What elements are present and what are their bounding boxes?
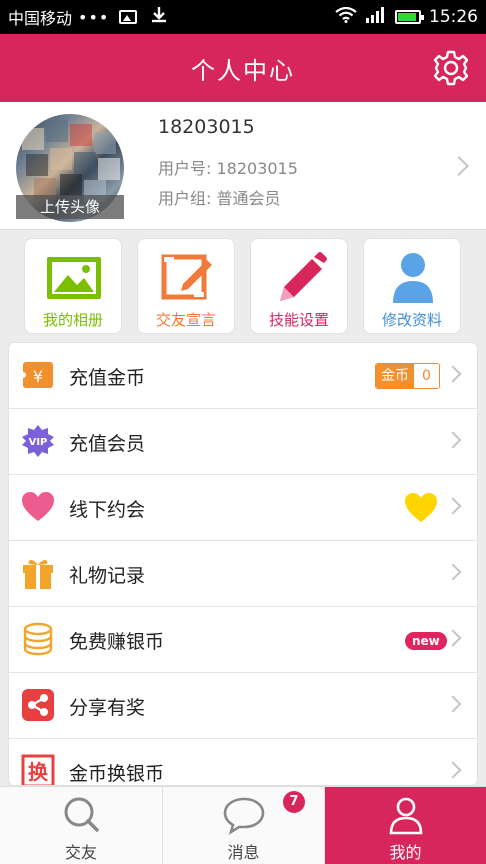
quick-action-declaration[interactable]: 交友宣言 bbox=[137, 238, 235, 334]
chevron-right-icon bbox=[444, 629, 462, 647]
quick-action-edit-profile[interactable]: 修改资料 bbox=[363, 238, 461, 334]
quick-action-label: 交友宣言 bbox=[155, 311, 216, 329]
nav-tab-label: 交友 bbox=[64, 843, 97, 862]
nav-tab-messages[interactable]: 7 消息 bbox=[162, 787, 324, 864]
message-count-badge: 7 bbox=[283, 791, 305, 813]
battery-icon bbox=[395, 10, 424, 24]
menu-item-share-reward[interactable]: 分享有奖 bbox=[9, 673, 477, 739]
coin-stack-icon bbox=[21, 622, 55, 656]
pencil-icon bbox=[270, 249, 330, 305]
menu-item-label: 充值会员 bbox=[69, 433, 146, 455]
wifi-icon bbox=[335, 6, 357, 27]
carrier-name: 中国移动 bbox=[8, 9, 73, 28]
nav-tab-label: 我的 bbox=[389, 843, 422, 862]
chat-bubble-icon bbox=[222, 795, 266, 835]
chevron-right-icon bbox=[444, 761, 462, 779]
status-bar: 中国移动 ••• 15:26 bbox=[0, 0, 486, 34]
chevron-right-icon bbox=[444, 365, 462, 383]
menu-item-recharge-gold[interactable]: ¥ 充值金币 金币 0 bbox=[9, 343, 477, 409]
download-icon bbox=[149, 6, 169, 28]
chevron-right-icon bbox=[449, 156, 469, 176]
chevron-right-icon bbox=[444, 563, 462, 581]
gear-icon[interactable] bbox=[432, 49, 470, 87]
menu-item-offline-date[interactable]: 线下约会 bbox=[9, 475, 477, 541]
person-icon bbox=[383, 249, 443, 305]
menu-list: ¥ 充值金币 金币 0 VIP 充值会员 线下约会 礼物记录 免费赚银币 new… bbox=[8, 342, 478, 786]
quick-action-label: 我的相册 bbox=[42, 311, 103, 329]
svg-text:¥: ¥ bbox=[33, 367, 43, 386]
gold-balance-badge: 金币 0 bbox=[375, 363, 440, 389]
coin-yuan-icon: ¥ bbox=[20, 358, 55, 392]
menu-item-recharge-vip[interactable]: VIP 充值会员 bbox=[9, 409, 477, 475]
status-dots: ••• bbox=[78, 7, 110, 27]
menu-item-earn-silver[interactable]: 免费赚银币 new bbox=[9, 607, 477, 673]
menu-item-label: 金币换银币 bbox=[69, 763, 165, 785]
quick-action-label: 技能设置 bbox=[268, 311, 329, 329]
menu-item-label: 免费赚银币 bbox=[69, 631, 165, 653]
header-bar: 个人中心 bbox=[0, 34, 486, 102]
share-icon bbox=[21, 688, 55, 722]
exchange-icon: 换 bbox=[21, 754, 55, 785]
profile-user-id: 用户号: 18203015 bbox=[158, 159, 298, 178]
user-icon bbox=[384, 795, 428, 835]
edit-note-icon bbox=[157, 249, 217, 305]
quick-action-skills[interactable]: 技能设置 bbox=[250, 238, 348, 334]
search-icon bbox=[59, 795, 103, 835]
profile-name: 18203015 bbox=[158, 116, 255, 138]
quick-action-label: 修改资料 bbox=[381, 311, 442, 329]
yellow-heart-icon bbox=[403, 492, 439, 524]
photo-album-icon bbox=[44, 249, 104, 305]
chevron-right-icon bbox=[444, 695, 462, 713]
image-icon bbox=[119, 10, 138, 24]
quick-action-album[interactable]: 我的相册 bbox=[24, 238, 122, 334]
menu-item-gold-to-silver[interactable]: 换 金币换银币 bbox=[9, 739, 477, 785]
nav-tab-label: 消息 bbox=[227, 843, 260, 862]
menu-item-label: 礼物记录 bbox=[69, 565, 146, 587]
bottom-nav: 交友 7 消息 我的 bbox=[0, 786, 486, 864]
svg-text:换: 换 bbox=[28, 760, 49, 784]
upload-avatar-button[interactable]: 上传头像 bbox=[16, 195, 124, 219]
menu-item-gift-records[interactable]: 礼物记录 bbox=[9, 541, 477, 607]
gift-icon bbox=[21, 556, 55, 590]
nav-tab-mine[interactable]: 我的 bbox=[324, 787, 486, 864]
page-title: 个人中心 bbox=[191, 56, 295, 85]
nav-tab-friends[interactable]: 交友 bbox=[0, 787, 162, 864]
vip-icon: VIP bbox=[21, 424, 55, 458]
menu-item-label: 分享有奖 bbox=[69, 697, 146, 719]
signal-icon bbox=[365, 7, 387, 27]
new-badge: new bbox=[405, 632, 447, 650]
heart-icon bbox=[21, 490, 55, 524]
svg-text:VIP: VIP bbox=[29, 437, 48, 448]
menu-item-label: 线下约会 bbox=[69, 499, 146, 521]
profile-user-group: 用户组: 普通会员 bbox=[158, 189, 281, 208]
menu-item-label: 充值金币 bbox=[69, 367, 146, 389]
quick-actions: 我的相册 交友宣言 技能设置 修改资料 bbox=[0, 230, 486, 340]
status-time: 15:26 bbox=[429, 7, 478, 27]
chevron-right-icon bbox=[444, 497, 462, 515]
chevron-right-icon bbox=[444, 431, 462, 449]
